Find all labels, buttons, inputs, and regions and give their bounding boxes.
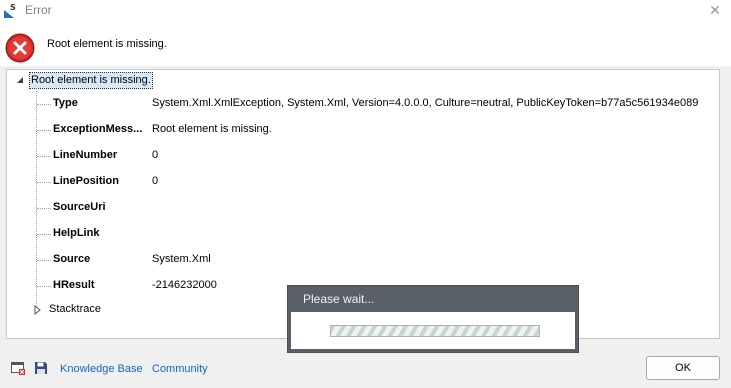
error-icon [5,33,35,63]
property-key: LineNumber [53,149,118,161]
tree-root-label[interactable]: Root element is missing. [29,72,153,89]
title-bar: S Error ✕ [0,0,731,22]
progress-bar-fill [331,326,539,336]
tree-item-source[interactable]: Source System.Xml [37,252,707,268]
property-value: -2146232000 [152,279,217,291]
please-wait-dialog: Please wait... [287,285,579,353]
tree-item-type[interactable]: Type System.Xml.XmlException, System.Xml… [37,96,707,112]
stacktrace-label: Stacktrace [49,303,101,315]
tree-item-source-uri[interactable]: SourceUri [37,200,707,216]
please-wait-title: Please wait... [303,292,375,306]
tree-item-line-number[interactable]: LineNumber 0 [37,148,707,164]
ok-button[interactable]: OK [646,356,720,380]
property-key: Type [53,97,78,109]
window-title: Error [25,3,52,17]
tree-item-help-link[interactable]: HelpLink [37,226,707,242]
property-key: HResult [53,279,95,291]
progress-bar [330,325,540,337]
property-key: ExceptionMess... [53,123,143,135]
svg-text:S: S [10,3,16,12]
property-value: System.Xml.XmlException, System.Xml, Ver… [152,97,699,109]
tree-guide-line [36,88,37,306]
property-key: LinePosition [53,175,119,187]
collapse-triangle-icon[interactable] [15,75,25,85]
s-app-icon: S [4,3,16,18]
save-icon[interactable] [34,361,48,375]
expand-triangle-icon[interactable] [33,305,41,315]
tree-item-line-position[interactable]: LinePosition 0 [37,174,707,190]
property-value: Root element is missing. [152,123,272,135]
property-value: System.Xml [152,253,211,265]
error-header: Root element is missing. [0,22,731,66]
window-error-icon[interactable] [11,361,26,375]
community-link[interactable]: Community [152,363,208,375]
please-wait-body [291,312,575,349]
error-message: Root element is missing. [47,38,167,50]
tree-item-exception-message[interactable]: ExceptionMess... Root element is missing… [37,122,707,138]
property-value: 0 [152,175,159,187]
error-dialog: S Error ✕ Root element is missing. Root … [0,0,731,388]
knowledge-base-link[interactable]: Knowledge Base [60,363,143,375]
close-icon[interactable]: ✕ [707,2,723,18]
property-value: 0 [152,149,159,161]
property-key: Source [53,253,91,265]
property-key: SourceUri [53,201,106,213]
property-key: HelpLink [53,227,100,239]
